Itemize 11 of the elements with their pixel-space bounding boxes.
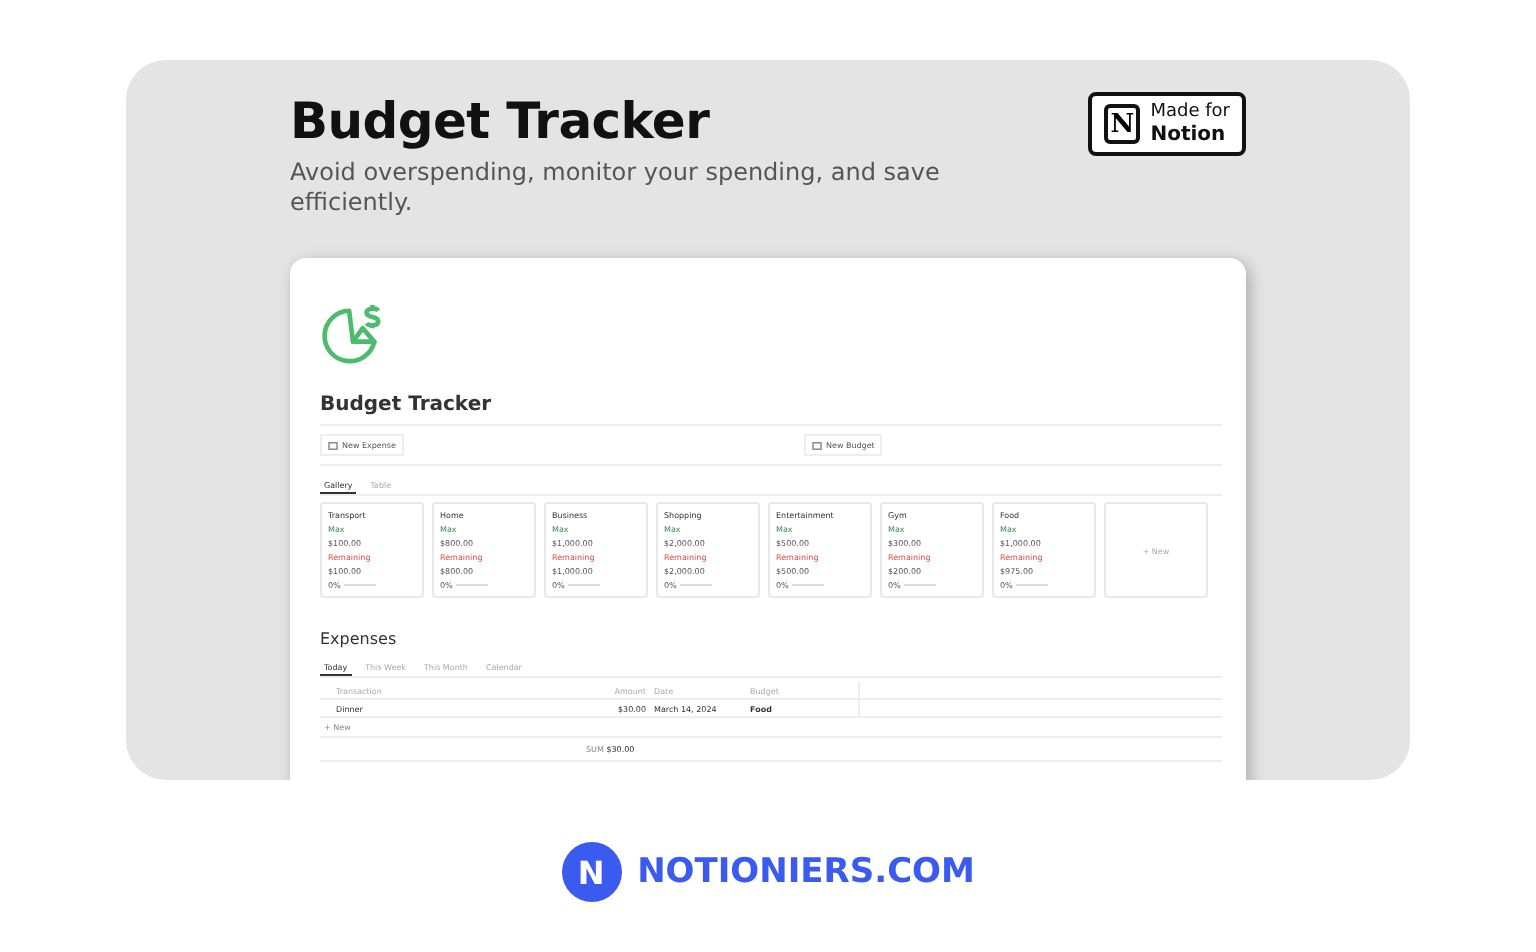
badge-brand: Notion — [1150, 124, 1228, 146]
page-title: Budget Tracker — [320, 394, 1222, 426]
template-icon — [328, 441, 338, 449]
brand-name: NOTIONIERS.COM — [637, 852, 975, 892]
template-icon — [811, 441, 822, 449]
brand-logo-icon: N — [561, 842, 622, 902]
headline: Budget Tracker — [290, 92, 712, 150]
logo-icon: N — [1104, 104, 1141, 144]
subtitle: Avoid overspending, monitor your spending, and save efficiently. — [290, 158, 942, 218]
section-title: Expenses — [320, 630, 399, 648]
badge-caption: Made for — [1150, 102, 1230, 124]
